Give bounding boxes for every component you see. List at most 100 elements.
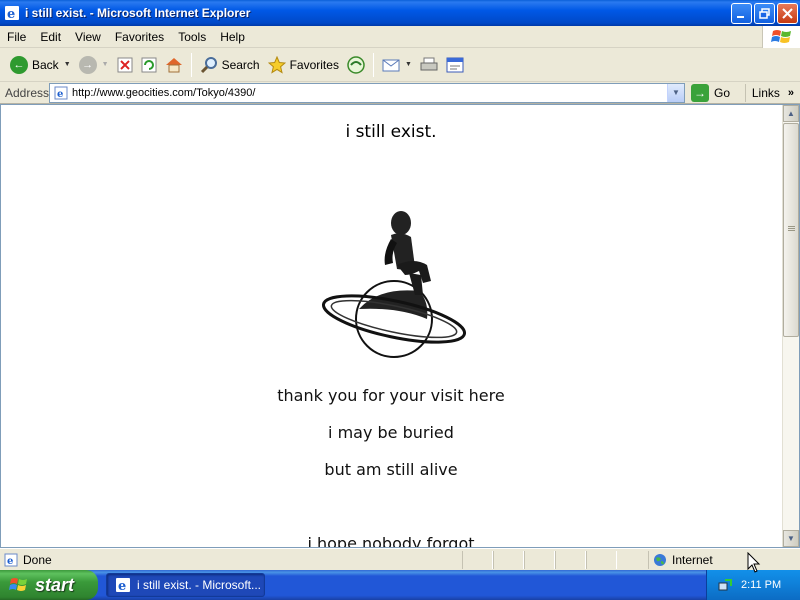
toolbar-separator — [372, 52, 374, 77]
links-toolbar[interactable]: Links » — [744, 84, 794, 102]
favorites-star-icon — [267, 55, 286, 74]
menu-tools[interactable]: Tools — [171, 30, 213, 44]
forward-dropdown-icon[interactable]: ▼ — [102, 61, 109, 68]
menu-help[interactable]: Help — [213, 30, 252, 44]
status-panel — [462, 551, 493, 569]
internet-explorer-icon: e — [116, 578, 130, 593]
windows-flag-icon — [9, 578, 27, 591]
back-button[interactable]: ← Back ▼ — [6, 51, 75, 79]
chevron-up-icon: ▲ — [787, 109, 795, 118]
media-button[interactable] — [343, 51, 369, 79]
search-icon — [200, 56, 217, 73]
go-button[interactable]: → Go — [691, 83, 731, 102]
zone-label: Internet — [672, 553, 713, 567]
title-bar[interactable]: e i still exist. - Microsoft Internet Ex… — [0, 0, 800, 26]
text-line: i hope nobody forgot — [307, 534, 475, 548]
internet-explorer-icon: e — [5, 6, 19, 21]
scroll-up-button[interactable]: ▲ — [783, 105, 799, 122]
print-button[interactable] — [416, 51, 442, 79]
chevron-down-icon: ▼ — [672, 88, 680, 97]
go-label: Go — [714, 85, 731, 100]
minimize-button[interactable] — [731, 3, 752, 24]
clock[interactable]: 2:11 PM — [741, 579, 781, 591]
system-tray: 2:11 PM — [706, 570, 800, 600]
grip-icon — [788, 226, 795, 232]
close-button[interactable] — [777, 3, 798, 24]
status-panel — [555, 551, 586, 569]
task-label: i still exist. - Microsoft... — [137, 578, 262, 592]
status-bar: e Done Internet — [0, 548, 800, 570]
home-button[interactable] — [161, 51, 187, 79]
stop-button[interactable] — [113, 51, 137, 79]
refresh-icon — [141, 57, 157, 72]
start-label: start — [35, 574, 75, 595]
edit-button[interactable] — [442, 51, 468, 79]
mail-dropdown-icon[interactable]: ▼ — [405, 61, 412, 68]
figure-on-planet-image — [321, 211, 467, 358]
restore-button[interactable] — [754, 3, 775, 24]
menu-bar: File Edit View Favorites Tools Help — [0, 26, 800, 48]
status-text: Done — [23, 552, 52, 567]
status-panel — [586, 551, 617, 569]
text-line: thank you for your visit here — [277, 386, 505, 405]
taskbar: start e i still exist. - Microsoft... 2:… — [0, 570, 800, 600]
address-bar: Address e ▼ → Go Links » — [0, 82, 800, 104]
svg-text:e: e — [7, 556, 13, 567]
edit-icon — [446, 57, 464, 72]
stop-icon — [117, 57, 133, 72]
back-dropdown-icon[interactable]: ▼ — [64, 61, 71, 68]
close-icon — [782, 8, 793, 19]
forward-button[interactable]: → ▼ — [75, 51, 113, 79]
menu-view[interactable]: View — [68, 30, 108, 44]
status-panel — [524, 551, 555, 569]
text-line: i may be buried — [328, 423, 454, 442]
page-icon: e — [54, 86, 68, 100]
favorites-button[interactable]: Favorites — [264, 51, 343, 79]
chevron-right-icon: » — [787, 87, 794, 99]
go-arrow-icon: → — [691, 83, 709, 102]
address-label: Address — [5, 85, 50, 100]
home-icon — [165, 57, 182, 72]
standard-toolbar: ← Back ▼ → ▼ Search Favorites ▼ — [0, 48, 800, 82]
globe-icon — [654, 554, 666, 566]
back-label: Back — [32, 57, 59, 72]
favorites-label: Favorites — [289, 57, 339, 72]
window-title: i still exist. - Microsoft Internet Expl… — [25, 6, 251, 20]
restore-icon — [759, 8, 770, 19]
minimize-icon — [737, 16, 744, 18]
toolbar-separator — [190, 52, 192, 77]
url-input[interactable] — [72, 86, 662, 99]
mail-icon — [382, 59, 400, 71]
print-icon — [420, 57, 438, 70]
web-page: i still exist. thank you for your visit … — [1, 105, 781, 547]
forward-arrow-icon: → — [78, 55, 97, 74]
scroll-thumb[interactable] — [783, 123, 799, 337]
vertical-scrollbar[interactable]: ▲ ▼ — [782, 105, 799, 547]
svg-text:e: e — [57, 89, 63, 100]
taskbar-window-button[interactable]: e i still exist. - Microsoft... — [106, 573, 265, 597]
refresh-button[interactable] — [137, 51, 161, 79]
start-button[interactable]: start — [0, 570, 98, 600]
menu-file[interactable]: File — [0, 30, 33, 44]
mail-button[interactable]: ▼ — [378, 51, 416, 79]
network-icon[interactable] — [717, 577, 733, 593]
address-field[interactable]: e ▼ — [49, 82, 685, 103]
page-heading: i still exist. — [345, 122, 437, 142]
search-label: Search — [221, 57, 260, 72]
menu-edit[interactable]: Edit — [33, 30, 68, 44]
status-panels — [462, 551, 617, 569]
address-dropdown-button[interactable]: ▼ — [667, 83, 684, 102]
page-status-icon: e — [4, 553, 18, 567]
status-panel — [493, 551, 524, 569]
windows-logo — [762, 26, 800, 48]
windows-flag-icon — [770, 30, 791, 43]
browser-content: i still exist. thank you for your visit … — [0, 104, 800, 548]
back-arrow-icon: ← — [10, 55, 28, 74]
menu-favorites[interactable]: Favorites — [108, 30, 171, 44]
text-line: but am still alive — [324, 460, 458, 479]
scroll-down-button[interactable]: ▼ — [783, 530, 799, 547]
search-button[interactable]: Search — [196, 51, 264, 79]
svg-text:e: e — [7, 7, 15, 21]
svg-text:e: e — [118, 579, 126, 593]
security-zone[interactable]: Internet — [648, 551, 713, 569]
